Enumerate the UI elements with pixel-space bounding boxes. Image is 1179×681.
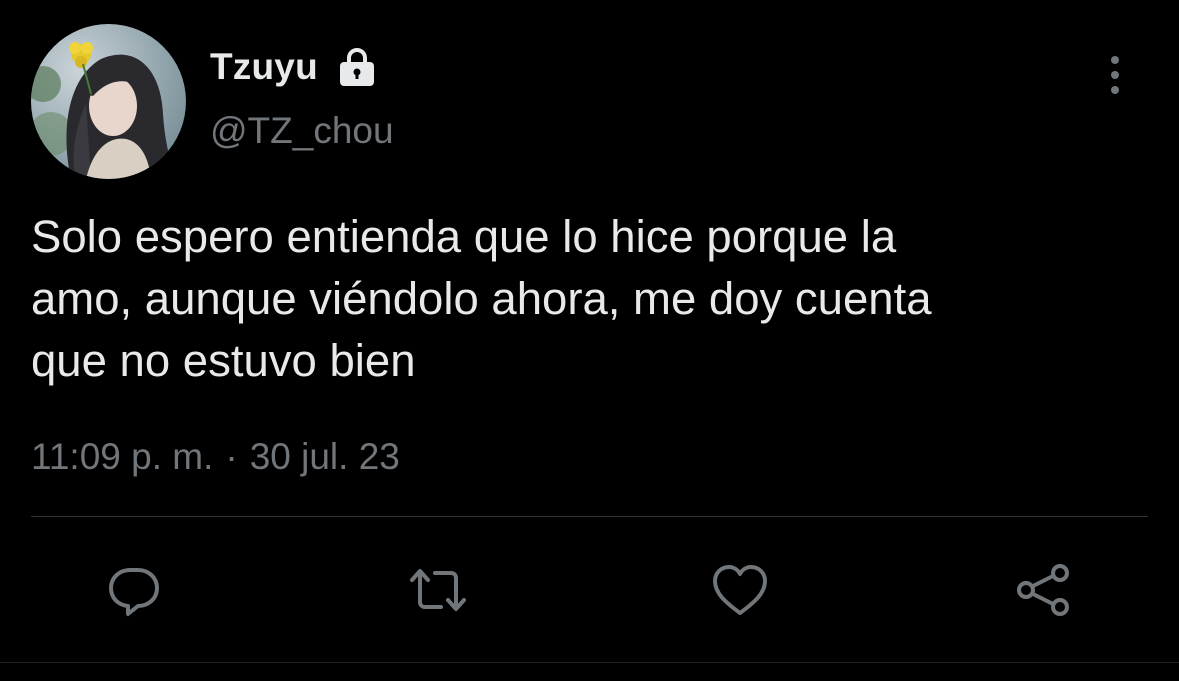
timestamp-separator: · <box>225 436 238 477</box>
like-button[interactable] <box>710 560 770 620</box>
author-name-row[interactable]: Tzuyu <box>210 44 378 90</box>
share-button[interactable] <box>1013 560 1073 620</box>
reply-icon <box>109 568 159 616</box>
lock-icon <box>336 46 378 88</box>
reply-button[interactable] <box>104 560 164 620</box>
retweet-icon <box>410 569 466 611</box>
tweet-date: 30 jul. 23 <box>249 436 400 477</box>
retweet-button[interactable] <box>408 560 468 620</box>
tweet-card: Tzuyu @TZ_chou Solo espero entienda que … <box>0 0 1179 681</box>
user-handle[interactable]: @TZ_chou <box>210 110 394 152</box>
more-options-icon[interactable] <box>1097 54 1133 98</box>
display-name[interactable]: Tzuyu <box>210 46 318 88</box>
avatar[interactable] <box>31 24 186 179</box>
bottom-divider <box>0 662 1179 663</box>
heart-icon <box>713 565 767 615</box>
share-icon <box>1017 564 1069 616</box>
tweet-timestamp[interactable]: 11:09 p. m. · 30 jul. 23 <box>31 436 400 478</box>
divider <box>31 516 1148 517</box>
avatar-photo <box>31 24 186 179</box>
tweet-text: Solo espero entienda que lo hice porque … <box>31 211 932 386</box>
tweet-time: 11:09 p. m. <box>31 436 214 477</box>
